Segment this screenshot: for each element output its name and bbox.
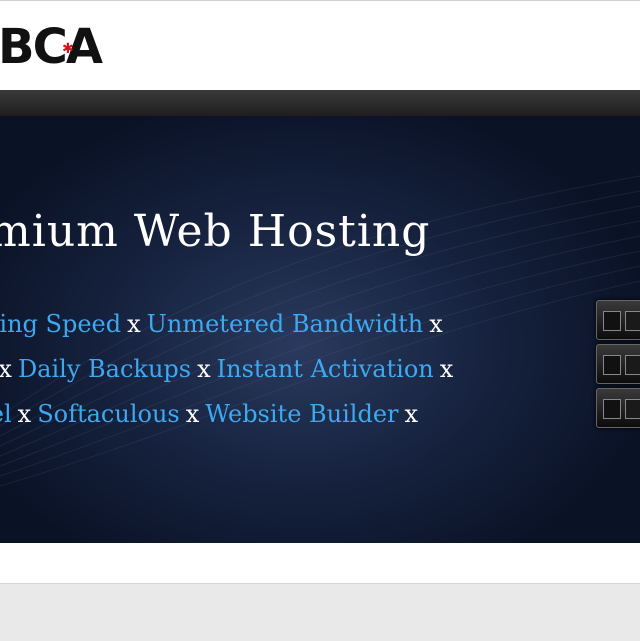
server-slot xyxy=(625,399,640,419)
feature-separator: x xyxy=(0,355,12,383)
server-slot xyxy=(625,355,640,375)
server-slot xyxy=(603,399,621,419)
feature-line: SLxDaily BackupsxInstant Activationx xyxy=(0,347,459,392)
navigation-bar xyxy=(0,90,640,117)
feature-line: anelxSoftaculousxWebsite Builderx xyxy=(0,392,459,437)
feature-link-activation[interactable]: Instant Activation xyxy=(217,355,434,383)
feature-separator: x xyxy=(127,310,141,338)
footer-area xyxy=(0,583,640,641)
feature-link-website-builder[interactable]: Website Builder xyxy=(205,400,398,428)
feature-link-speed[interactable]: atning Speed xyxy=(0,310,121,338)
hero-banner: emium Web Hosting atning SpeedxUnmetered… xyxy=(0,116,640,543)
feature-separator: x xyxy=(439,355,454,383)
server-slot xyxy=(625,311,640,331)
feature-link-cpanel[interactable]: anel xyxy=(0,400,12,428)
server-slot xyxy=(603,355,621,375)
content-area xyxy=(0,543,640,583)
server-unit xyxy=(596,344,640,384)
feature-list: atning SpeedxUnmetered Bandwidthx SLxDai… xyxy=(0,302,459,437)
maple-leaf-icon: ✱ xyxy=(62,41,74,57)
feature-line: atning SpeedxUnmetered Bandwidthx xyxy=(0,302,459,347)
server-unit xyxy=(596,388,640,428)
logo-text: BCA xyxy=(0,19,103,75)
feature-separator: x xyxy=(404,400,419,428)
feature-link-bandwidth[interactable]: Unmetered Bandwidth xyxy=(147,310,424,338)
feature-link-backups[interactable]: Daily Backups xyxy=(18,355,191,383)
banner-title: emium Web Hosting xyxy=(0,206,431,257)
feature-link-softaculous[interactable]: Softaculous xyxy=(37,400,180,428)
feature-separator: x xyxy=(185,400,200,428)
server-unit xyxy=(596,300,640,340)
feature-separator: x xyxy=(17,400,32,428)
server-slot xyxy=(603,311,621,331)
feature-separator: x xyxy=(429,310,443,338)
site-logo[interactable]: BCA xyxy=(0,19,103,75)
site-header: BCA ✱ xyxy=(0,0,640,91)
server-rack-icon xyxy=(596,300,640,440)
feature-separator: x xyxy=(197,355,211,383)
